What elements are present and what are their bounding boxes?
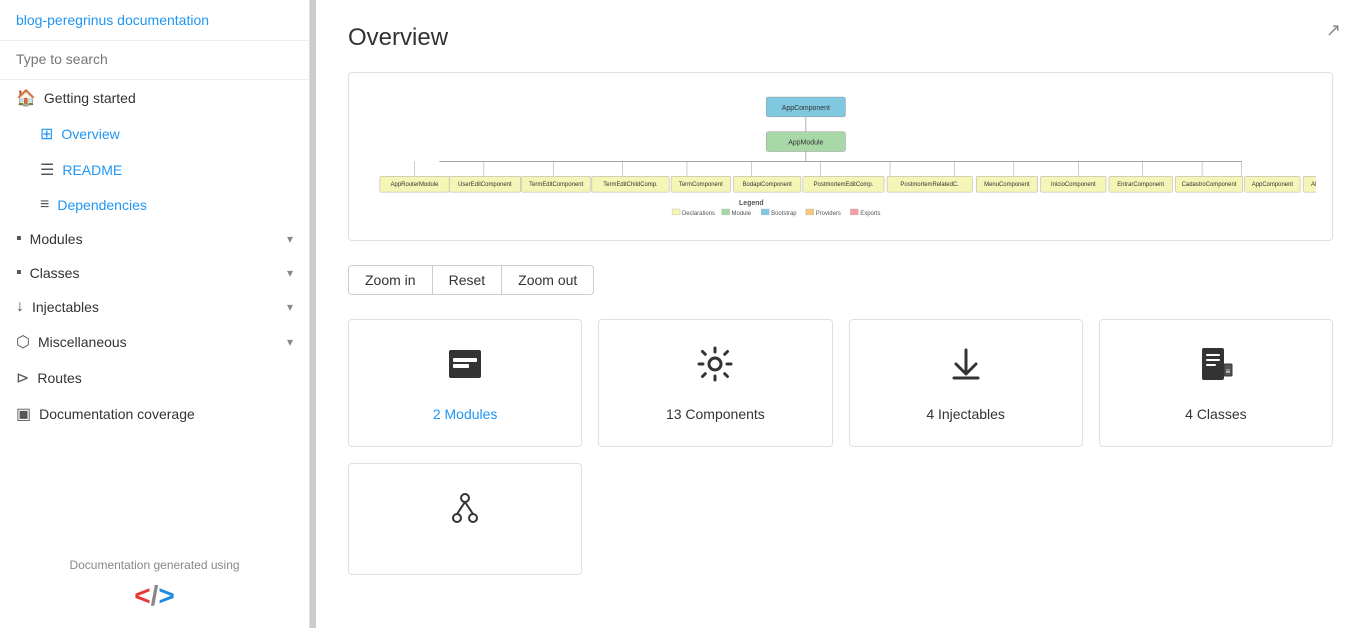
page-title: Overview [348, 24, 1333, 52]
chevron-down-icon: ▾ [287, 232, 293, 246]
svg-text:AppComponent: AppComponent [782, 105, 830, 112]
sidebar-item-getting-started[interactable]: 🏠 Getting started [0, 80, 309, 116]
svg-text:Declarations: Declarations [682, 211, 715, 217]
classes-icon: ▪ [16, 264, 22, 282]
readme-icon: ☰ [40, 160, 54, 180]
svg-text:TermEditComponent: TermEditComponent [529, 182, 583, 188]
svg-text:≡: ≡ [1226, 367, 1231, 376]
sidebar-item-modules[interactable]: ▪ Modules ▾ [0, 222, 309, 256]
sidebar-item-dependencies[interactable]: ≡ Dependencies [0, 188, 309, 222]
svg-text:Providers: Providers [816, 211, 841, 217]
svg-text:AppRouterModule: AppRouterModule [391, 182, 440, 188]
svg-text:InicioComponent: InicioComponent [1051, 182, 1096, 188]
chevron-down-icon: ▾ [287, 266, 293, 280]
svg-text:Module: Module [732, 211, 752, 217]
svg-text:AlternarComponent: AlternarComponent [1311, 182, 1316, 188]
search-box[interactable] [0, 41, 309, 80]
sidebar-item-overview[interactable]: ⊞ Overview [0, 116, 309, 152]
reset-button[interactable]: Reset [433, 265, 503, 295]
svg-text:Bootstrap: Bootstrap [771, 211, 797, 217]
sidebar-item-classes[interactable]: ▪ Classes ▾ [0, 256, 309, 290]
svg-text:CadastroComponent: CadastroComponent [1182, 182, 1237, 188]
svg-text:UserEditComponent: UserEditComponent [458, 182, 512, 188]
search-input[interactable] [16, 51, 293, 67]
coverage-icon: ▣ [16, 404, 31, 424]
cards-grid: 2 Modules 13 Components 4 Injectables [348, 319, 1333, 447]
modules-icon: ▪ [16, 230, 22, 248]
svg-text:BodapiComponent: BodapiComponent [743, 182, 793, 188]
svg-text:TermEditChildComp.: TermEditChildComp. [603, 182, 658, 188]
zoom-in-button[interactable]: Zoom in [348, 265, 433, 295]
components-label: 13 Components [666, 406, 765, 422]
zoom-out-button[interactable]: Zoom out [502, 265, 594, 295]
sidebar-item-miscellaneous[interactable]: ⬡ Miscellaneous ▾ [0, 324, 309, 360]
sidebar: blog-peregrinus documentation 🏠 Getting … [0, 0, 310, 628]
svg-text:Legend: Legend [739, 200, 764, 207]
svg-text:PostmortemEditComp.: PostmortemEditComp. [814, 182, 874, 188]
injectables-icon: ↓ [16, 298, 24, 316]
svg-text:AppComponent: AppComponent [1252, 182, 1294, 188]
injectables-card[interactable]: 4 Injectables [849, 319, 1083, 447]
svg-text:TermComponent: TermComponent [679, 182, 723, 188]
modules-card[interactable]: 2 Modules [348, 319, 582, 447]
sidebar-footer: Documentation generated using < / > [0, 542, 309, 628]
sidebar-title[interactable]: blog-peregrinus documentation [0, 0, 309, 41]
injectables-label: 4 Injectables [926, 406, 1005, 422]
modules-icon [445, 344, 485, 394]
list-icon: ≡ [40, 196, 49, 214]
svg-text:MenuComponent: MenuComponent [984, 182, 1030, 188]
svg-text:Exports: Exports [860, 211, 880, 217]
classes-card[interactable]: ≡ 4 Classes [1099, 319, 1333, 447]
gear-icon [695, 344, 735, 394]
modules-link[interactable]: 2 Modules [433, 406, 498, 422]
diagram-svg: AppComponent AppModule [365, 89, 1316, 219]
chevron-down-icon: ▾ [287, 300, 293, 314]
sidebar-item-injectables[interactable]: ↓ Injectables ▾ [0, 290, 309, 324]
document-icon: ≡ [1196, 344, 1236, 394]
routes-icon: ⊳ [16, 368, 29, 388]
cards-grid2 [348, 463, 1333, 575]
expand-icon[interactable]: ↗ [1326, 20, 1341, 41]
sidebar-item-readme[interactable]: ☰ README [0, 152, 309, 188]
diagram-container: AppComponent AppModule [348, 72, 1333, 241]
svg-text:PostmortemRelatedC.: PostmortemRelatedC. [900, 182, 959, 188]
home-icon: 🏠 [16, 88, 36, 108]
zoom-controls: Zoom in Reset Zoom out [348, 265, 1333, 295]
svg-text:EntrarComponent: EntrarComponent [1117, 182, 1164, 188]
grid-icon: ⊞ [40, 124, 53, 144]
sidebar-item-routes[interactable]: ⊳ Routes [0, 360, 309, 396]
sidebar-item-doc-coverage[interactable]: ▣ Documentation coverage [0, 396, 309, 432]
classes-label: 4 Classes [1185, 406, 1246, 422]
svg-text:AppModule: AppModule [788, 140, 823, 147]
main-content: Overview ↗ AppComponent AppModule [316, 0, 1365, 628]
chevron-down-icon: ▾ [287, 335, 293, 349]
download-icon [946, 344, 986, 394]
routes-card[interactable] [348, 463, 582, 575]
routes-icon [445, 488, 485, 538]
components-card[interactable]: 13 Components [598, 319, 832, 447]
modules-label: 2 Modules [433, 406, 498, 422]
compodoc-logo: < / > [16, 580, 293, 612]
misc-icon: ⬡ [16, 332, 30, 352]
